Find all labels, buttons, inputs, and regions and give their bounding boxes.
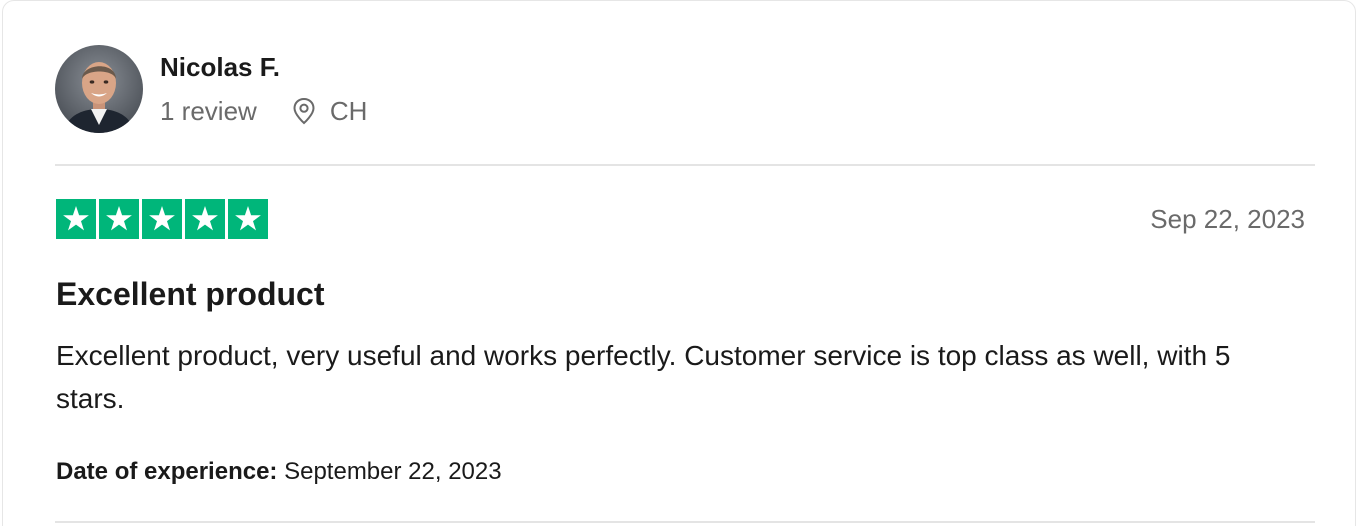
review-title[interactable]: Excellent product xyxy=(56,275,325,313)
location-label: CH xyxy=(329,95,368,126)
star-rating xyxy=(56,199,268,239)
experience-date: September 22, 2023 xyxy=(284,458,502,485)
star-2 xyxy=(99,199,139,239)
review-count: 1 review xyxy=(160,95,257,126)
reviewer-meta: 1 review CH xyxy=(160,95,367,127)
avatar[interactable] xyxy=(55,45,143,133)
reviewer-name[interactable]: Nicolas F. xyxy=(160,51,280,83)
star-5 xyxy=(228,199,268,239)
review-card: Nicolas F. 1 review CH Sep 22, 2023 Exce… xyxy=(2,0,1356,526)
footer-divider xyxy=(55,521,1315,523)
star-3 xyxy=(142,199,182,239)
reviewer-location: CH xyxy=(291,95,368,127)
experience-label: Date of experience: xyxy=(56,458,278,485)
review-body: Excellent product, very useful and works… xyxy=(56,340,1231,414)
star-icon xyxy=(149,206,175,231)
star-icon xyxy=(192,206,218,231)
review-date: Sep 22, 2023 xyxy=(1150,204,1305,234)
date-of-experience: Date of experience: September 22, 2023 xyxy=(56,456,502,488)
star-1 xyxy=(56,199,96,239)
header-divider xyxy=(55,164,1315,166)
star-icon xyxy=(235,206,261,231)
star-icon xyxy=(63,206,89,231)
map-pin-icon xyxy=(291,97,317,125)
star-4 xyxy=(185,199,225,239)
star-icon xyxy=(106,206,132,231)
